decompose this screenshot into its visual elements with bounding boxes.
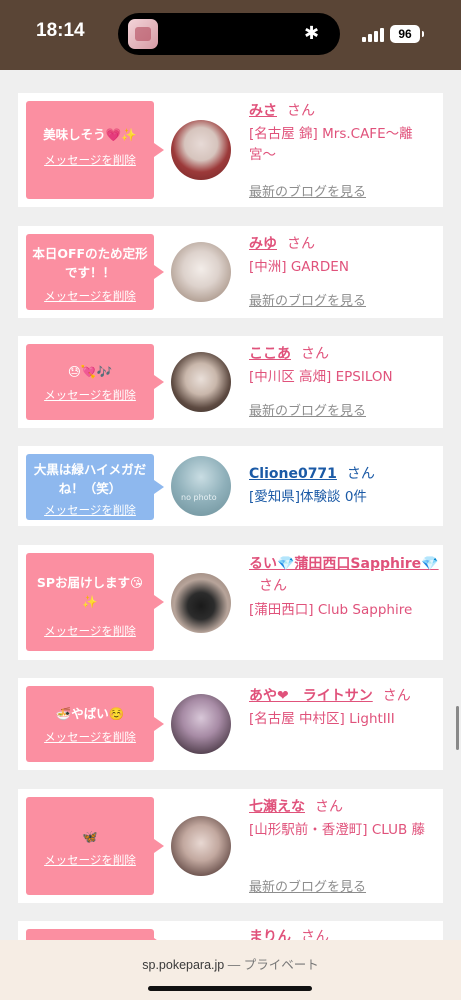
avatar[interactable] <box>171 242 231 302</box>
list-item: SPお届けします😘✨ メッセージを削除 るい💎蒲田西口Sapphire💎 さん [… <box>18 545 443 660</box>
message-bubble: 美味しそう💗✨ メッセージを削除 <box>26 101 164 199</box>
url-separator: — <box>224 958 244 972</box>
battery-icon: 96 <box>390 25 424 43</box>
avatar[interactable] <box>171 573 231 633</box>
user-name-link[interactable]: るい💎蒲田西口Sapphire💎 <box>249 556 439 572</box>
private-mode-label: プライベート <box>243 958 319 972</box>
browser-address-bar[interactable]: sp.pokepara.jp — プライベート <box>0 940 461 1000</box>
shop-name: [中川区 高畑] EPSILON <box>249 369 393 385</box>
user-name-link[interactable]: あや❤︎ ライトサン <box>249 688 373 704</box>
honorific: さん <box>315 799 343 815</box>
message-text: 大黒は緑ハイメガだね！（笑） <box>33 462 147 496</box>
delete-message-link[interactable]: メッセージを削除 <box>26 387 154 403</box>
message-text: 🦋 <box>82 829 98 844</box>
message-bubble: 🦋 メッセージを削除 <box>26 797 164 895</box>
scrollbar[interactable] <box>456 706 459 750</box>
delete-message-link[interactable]: メッセージを削除 <box>26 729 154 745</box>
delete-message-link[interactable]: メッセージを削除 <box>26 152 154 168</box>
list-item: 大黒は緑ハイメガだね！（笑） メッセージを削除 no photo Clione0… <box>18 446 443 526</box>
latest-blog-link[interactable]: 最新のブログを見る <box>249 400 366 419</box>
message-bubble: 😓💘🎶 メッセージを削除 <box>26 344 164 420</box>
honorific: さん <box>301 346 329 362</box>
message-text: SPお届けします😘✨ <box>36 575 144 609</box>
shop-name: [山形駅前・香澄町] CLUB 藤 <box>249 822 426 838</box>
delete-message-link[interactable]: メッセージを削除 <box>26 288 154 304</box>
list-item: 🍜やばい☺️ メッセージを削除 あや❤︎ ライトサン さん [名古屋 中村区] L… <box>18 678 443 770</box>
shop-name: [愛知県]体験談 0件 <box>249 489 367 505</box>
signal-icon <box>362 28 384 42</box>
shop-name: [名古屋 中村区] LightIII <box>249 711 395 727</box>
latest-blog-link[interactable]: 最新のブログを見る <box>249 290 366 309</box>
avatar[interactable] <box>171 694 231 754</box>
honorific: さん <box>287 236 315 252</box>
list-item: 🦋 メッセージを削除 七瀬えな さん [山形駅前・香澄町] CLUB 藤 最新のブ… <box>18 789 443 903</box>
user-name-link[interactable]: ここあ <box>249 346 291 362</box>
bluetooth-icon: ✱ <box>304 23 320 44</box>
list-item: 本日OFFのため定形です！！ メッセージを削除 みゆ さん [中洲] GARDEN… <box>18 226 443 318</box>
message-bubble: 大黒は緑ハイメガだね！（笑） メッセージを削除 <box>26 454 164 520</box>
message-bubble: 本日OFFのため定形です！！ メッセージを削除 <box>26 234 164 310</box>
user-name-link[interactable]: Clione0771 <box>249 466 337 482</box>
list-item: 美味しそう💗✨ メッセージを削除 みさ さん [名古屋 錦] Mrs.CAFE〜離… <box>18 93 443 207</box>
home-indicator[interactable] <box>148 986 312 991</box>
shop-name: [蒲田西口] Club Sapphire <box>249 602 413 618</box>
honorific: さん <box>287 103 315 119</box>
shop-name: [名古屋 錦] Mrs.CAFE〜離宮〜 <box>249 126 413 163</box>
honorific: さん <box>382 688 411 704</box>
message-bubble: SPお届けします😘✨ メッセージを削除 <box>26 553 164 651</box>
now-playing-thumbnail <box>128 19 158 49</box>
avatar[interactable] <box>171 352 231 412</box>
user-name-link[interactable]: みさ <box>249 103 277 119</box>
message-text: 😓💘🎶 <box>67 364 113 379</box>
avatar[interactable] <box>171 120 231 180</box>
honorific: さん <box>259 578 287 594</box>
honorific: さん <box>346 466 375 482</box>
no-photo-text: no photo <box>181 493 217 502</box>
message-text: 🍜やばい☺️ <box>55 706 125 721</box>
message-text: 本日OFFのため定形です！！ <box>32 246 148 280</box>
status-bar: 18:14 ✱ 96 <box>0 0 461 70</box>
clock: 18:14 <box>36 20 85 41</box>
list-item: 😓💘🎶 メッセージを削除 ここあ さん [中川区 高畑] EPSILON 最新のブ… <box>18 336 443 428</box>
message-bubble: 🍜やばい☺️ メッセージを削除 <box>26 686 164 762</box>
dynamic-island: ✱ <box>118 13 340 55</box>
latest-blog-link[interactable]: 最新のブログを見る <box>249 876 366 895</box>
avatar[interactable] <box>171 816 231 876</box>
user-name-link[interactable]: 七瀬えな <box>249 799 305 815</box>
delete-message-link[interactable]: メッセージを削除 <box>26 623 154 639</box>
url-display[interactable]: sp.pokepara.jp — プライベート <box>0 954 461 973</box>
latest-blog-link[interactable]: 最新のブログを見る <box>249 181 366 200</box>
message-text: 美味しそう💗✨ <box>43 127 137 142</box>
url-text: sp.pokepara.jp <box>142 958 225 972</box>
delete-message-link[interactable]: メッセージを削除 <box>26 502 154 518</box>
delete-message-link[interactable]: メッセージを削除 <box>26 852 154 868</box>
user-name-link[interactable]: みゆ <box>249 236 277 252</box>
shop-name: [中洲] GARDEN <box>249 259 349 275</box>
avatar[interactable]: no photo <box>171 456 231 516</box>
